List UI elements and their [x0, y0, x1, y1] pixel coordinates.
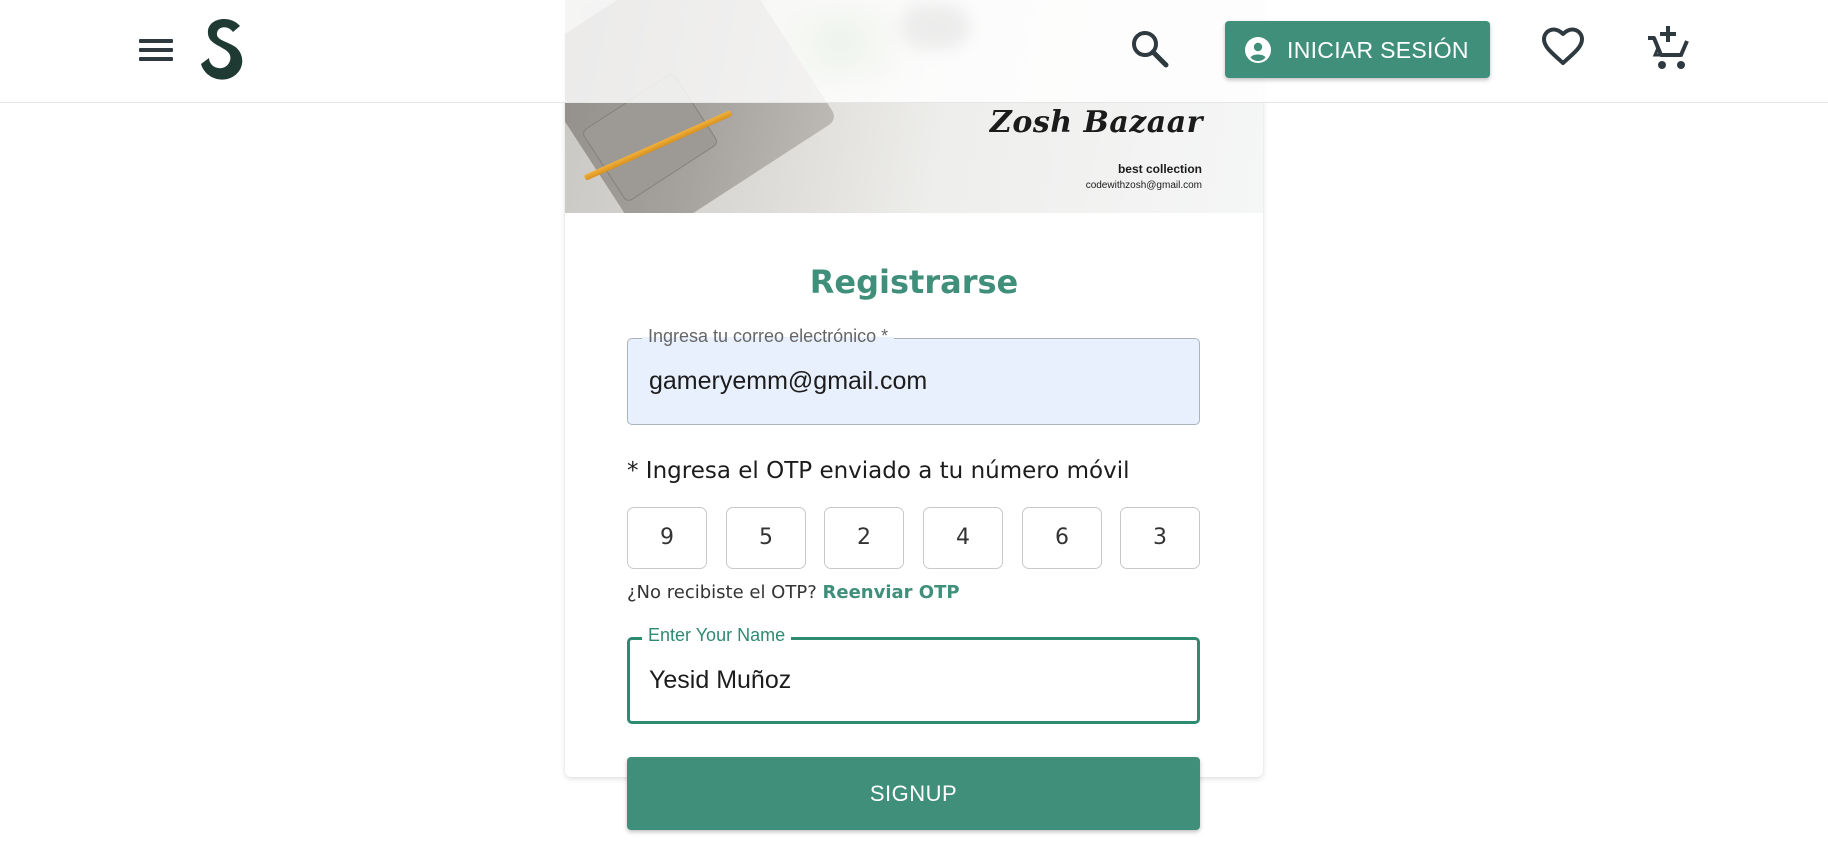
user-circle-icon [1245, 37, 1271, 63]
otp-digit-5[interactable]: 6 [1022, 507, 1102, 569]
login-button-label: INICIAR SESIÓN [1287, 37, 1469, 63]
resend-otp-link[interactable]: Reenviar OTP [823, 582, 960, 603]
email-field-label: Ingresa tu correo electrónico * [642, 325, 895, 347]
resend-otp-prompt: ¿No recibiste el OTP? [627, 582, 817, 603]
email-field-value[interactable]: gameryemm@gmail.com [649, 367, 927, 396]
banner-brand: Zosh Bazaar [989, 105, 1203, 140]
name-field-label: Enter Your Name [642, 624, 792, 646]
otp-label: * Ingresa el OTP enviado a tu número móv… [627, 458, 1130, 484]
menu-icon[interactable] [137, 35, 175, 65]
otp-digit-1[interactable]: 9 [627, 507, 707, 569]
email-field[interactable]: Ingresa tu correo electrónico * gameryem… [627, 325, 1200, 425]
resend-otp-row: ¿No recibiste el OTP? Reenviar OTP [627, 582, 960, 603]
otp-digit-3[interactable]: 2 [824, 507, 904, 569]
otp-digit-4[interactable]: 4 [923, 507, 1003, 569]
heart-icon[interactable] [1542, 27, 1584, 69]
otp-digit-2[interactable]: 5 [726, 507, 806, 569]
otp-digit-6[interactable]: 3 [1120, 507, 1200, 569]
cart-plus-icon[interactable] [1646, 24, 1692, 72]
signup-button[interactable]: SIGNUP [627, 757, 1200, 830]
login-button[interactable]: INICIAR SESIÓN [1225, 21, 1490, 78]
top-navbar: INICIAR SESIÓN [0, 0, 1828, 103]
name-field[interactable]: Enter Your Name Yesid Muñoz [627, 624, 1200, 724]
name-field-value[interactable]: Yesid Muñoz [649, 666, 791, 695]
page-title: Registrarse [809, 263, 1019, 301]
logo[interactable] [200, 16, 248, 82]
search-icon[interactable] [1130, 29, 1170, 69]
banner-email: codewithzosh@gmail.com [1085, 180, 1202, 191]
banner-tagline: best collection [1117, 162, 1202, 176]
